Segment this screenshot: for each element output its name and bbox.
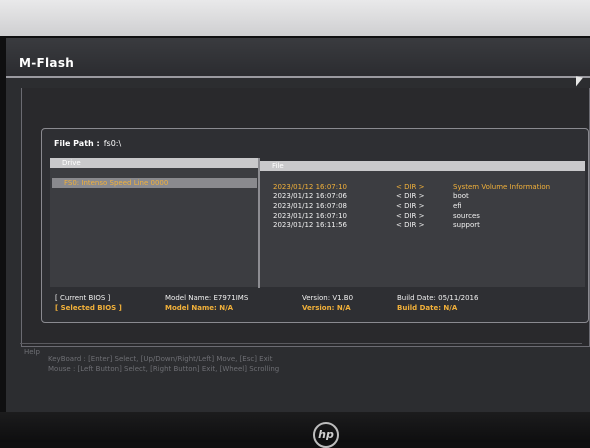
help-mouse: Mouse : [Left Button] Select, [Right But…: [48, 365, 280, 373]
file-type: < DIR >: [396, 202, 425, 210]
hp-logo-icon: hp: [313, 422, 339, 448]
file-datetime: 2023/01/12 16:07:06: [273, 192, 348, 200]
file-column-header: File: [260, 161, 585, 171]
file-name: boot: [453, 192, 469, 200]
monitor-bezel-bottom: [0, 412, 590, 442]
file-type: < DIR >: [396, 192, 425, 200]
help-title: Help: [24, 348, 40, 356]
file-datetime: 2023/01/12 16:07:10: [273, 212, 348, 220]
current-bios-build-date: Build Date: 05/11/2016: [397, 294, 479, 302]
drive-column-header: Drive: [50, 158, 258, 168]
monitor-bezel-top: [0, 0, 590, 36]
selected-bios-model: Model Name: N/A: [165, 304, 234, 312]
selected-bios-version: Version: N/A: [302, 304, 351, 312]
file-name: efi: [453, 202, 462, 210]
file-type: < DIR >: [396, 212, 425, 220]
title-bar: M-Flash: [6, 38, 590, 78]
file-name: System Volume Information: [453, 183, 551, 191]
file-datetime: 2023/01/12 16:07:08: [273, 202, 348, 210]
file-path-label: File Path :: [54, 139, 100, 148]
file-name: sources: [453, 212, 480, 220]
selected-bios-label: [ Selected BIOS ]: [55, 304, 122, 312]
file-datetime: 2023/01/12 16:11:56: [273, 221, 348, 229]
help-keyboard: KeyBoard : [Enter] Select, [Up/Down/Righ…: [48, 355, 273, 363]
window-title: M-Flash: [19, 56, 75, 70]
file-type: < DIR >: [396, 221, 425, 229]
file-datetime: 2023/01/12 16:07:10: [273, 183, 348, 191]
file-path-value: fs0:\: [103, 139, 122, 148]
current-bios-model: Model Name: E7971IMS: [165, 294, 249, 302]
current-bios-version: Version: V1.B0: [302, 294, 354, 302]
help-separator: [20, 343, 582, 344]
file-type: < DIR >: [396, 183, 425, 191]
selected-bios-build-date: Build Date: N/A: [397, 304, 458, 312]
mouse-cursor-icon: [576, 76, 583, 88]
file-path: File Path : fs0:\: [54, 139, 121, 148]
column-divider: [258, 158, 260, 288]
file-name: support: [453, 221, 480, 229]
current-bios-label: [ Current BIOS ]: [55, 294, 111, 302]
drive-item-fs0[interactable]: FS0: Intenso Speed Line 0000: [52, 178, 257, 188]
